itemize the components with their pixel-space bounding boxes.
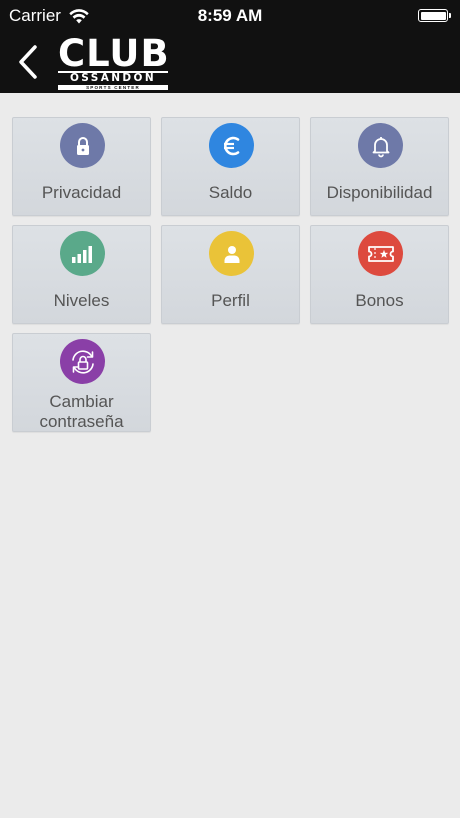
logo-ossandon-text: OSSANDON <box>69 72 157 84</box>
tile-disponibilidad[interactable]: Disponibilidad <box>310 117 449 216</box>
signal-bars-icon <box>71 245 92 263</box>
disponibilidad-icon-circle <box>358 123 403 168</box>
tile-bonos[interactable]: Bonos <box>310 225 449 324</box>
back-button[interactable] <box>14 44 44 80</box>
tile-perfil[interactable]: Perfil <box>161 225 300 324</box>
tile-label-line2: contraseña <box>39 412 124 431</box>
euro-icon <box>223 136 239 155</box>
bonos-icon-circle <box>358 231 403 276</box>
logo-club-text: CLUB <box>58 32 170 75</box>
lock-icon <box>76 136 89 155</box>
tile-niveles[interactable]: Niveles <box>12 225 151 324</box>
saldo-icon-circle <box>209 123 254 168</box>
cambiar-contrasena-icon-circle <box>60 339 105 384</box>
tile-cambiar-contrasena[interactable]: Cambiar contraseña <box>12 333 151 432</box>
club-logo: CLUB OSSANDON SPORTS CENTER <box>58 32 170 90</box>
tile-label-line1: Cambiar <box>49 392 114 411</box>
tile-privacidad[interactable]: Privacidad <box>12 117 151 216</box>
tile-label: Disponibilidad <box>326 183 433 202</box>
nav-bar: CLUB OSSANDON SPORTS CENTER <box>0 32 460 93</box>
status-time: 8:59 AM <box>197 6 263 25</box>
ticket-icon <box>367 245 394 262</box>
menu-grid: Privacidad Saldo Disponibilidad Niveles … <box>12 117 449 432</box>
privacidad-icon-circle <box>60 123 105 168</box>
lock-refresh-icon <box>71 349 94 374</box>
tile-label: Cambiar contraseña <box>13 392 150 432</box>
chevron-left-icon <box>19 45 37 79</box>
tile-label: Privacidad <box>41 183 122 202</box>
perfil-icon-circle <box>209 231 254 276</box>
logo-tagline: SPORTS CENTER <box>58 85 168 90</box>
tile-label: Saldo <box>208 183 253 202</box>
bell-icon <box>372 136 389 157</box>
user-icon <box>224 245 239 263</box>
tile-label: Perfil <box>211 291 250 310</box>
battery-icon <box>418 9 451 22</box>
tile-label: Niveles <box>53 291 110 310</box>
status-bar: Carrier 8:59 AM <box>0 0 460 32</box>
niveles-icon-circle <box>60 231 105 276</box>
tile-saldo[interactable]: Saldo <box>161 117 300 216</box>
tile-label: Bonos <box>355 291 404 310</box>
